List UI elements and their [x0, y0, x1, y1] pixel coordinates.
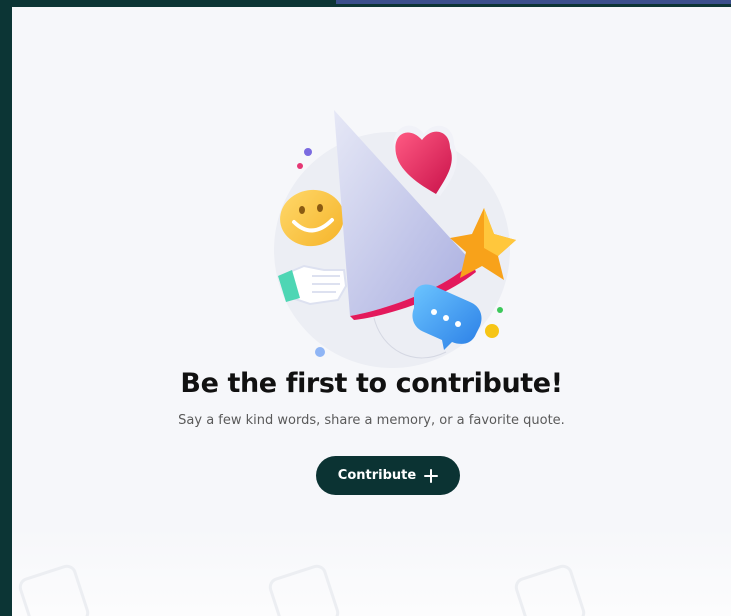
- contribute-button-label: Contribute: [337, 468, 417, 483]
- thumbs-up-icon: [278, 264, 348, 306]
- contributions-panel: Be the first to contribute! Say a few ki…: [12, 7, 731, 616]
- confetti-dot: [315, 347, 325, 357]
- empty-state-illustration: [274, 110, 516, 368]
- confetti-dot: [497, 307, 503, 313]
- confetti-dot: [297, 163, 303, 169]
- confetti-dot: [304, 148, 312, 156]
- confetti-dot: [485, 324, 499, 338]
- empty-state-title: Be the first to contribute!: [180, 368, 563, 399]
- plus-icon: [424, 468, 439, 483]
- top-strip: [336, 0, 731, 4]
- contribute-button[interactable]: Contribute: [316, 456, 460, 495]
- empty-state-subtitle: Say a few kind words, share a memory, or…: [178, 413, 565, 428]
- bottom-fade: [12, 526, 731, 616]
